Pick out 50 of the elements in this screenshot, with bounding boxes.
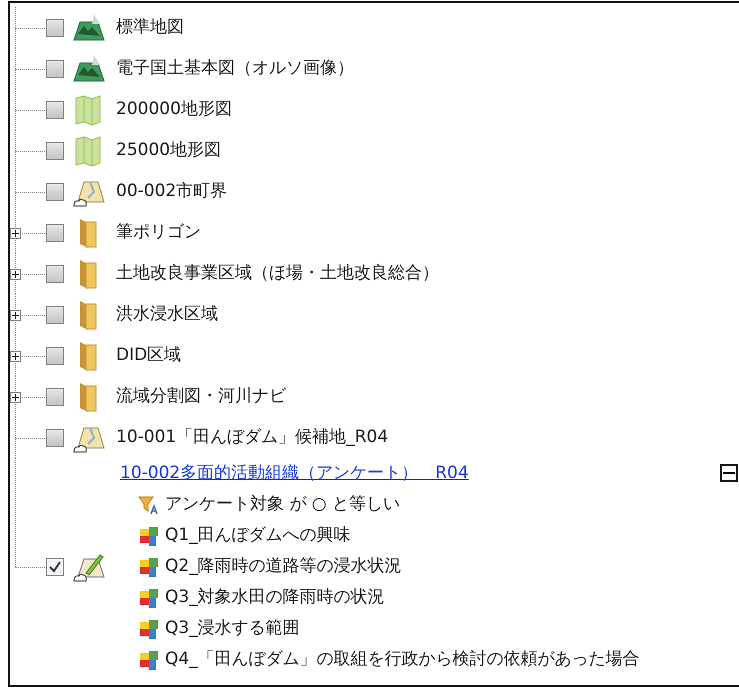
color-blocks-icon	[138, 556, 160, 576]
check-icon	[48, 560, 62, 574]
checkbox[interactable]	[46, 60, 64, 78]
color-blocks-icon	[138, 618, 160, 638]
legend-label: Q2_降雨時の道路等の浸水状況	[165, 554, 402, 578]
expand-toggle[interactable]	[10, 392, 21, 402]
checkbox[interactable]	[46, 100, 64, 118]
checkbox[interactable]	[46, 346, 64, 364]
checkbox[interactable]	[46, 142, 64, 160]
legend-label: Q3_浸水する範囲	[165, 616, 300, 640]
checkbox[interactable]	[46, 306, 64, 324]
layer-label[interactable]: 標準地図	[116, 14, 184, 40]
legend-label: Q3_対象水田の降雨時の状況	[165, 586, 385, 609]
color-blocks-icon	[138, 650, 160, 670]
checkbox[interactable]	[46, 428, 64, 446]
mountain-map-icon	[72, 12, 106, 44]
checkbox[interactable]	[46, 182, 64, 200]
expand-toggle[interactable]	[10, 268, 21, 280]
layer-label[interactable]: DID区域	[116, 342, 182, 368]
checkbox[interactable]	[46, 388, 64, 406]
checkbox[interactable]	[46, 18, 64, 36]
legend-label: Q4_「田んぼダム」の取組を行政から検討の依頼があった場合	[165, 648, 640, 671]
layer-label[interactable]: 200000地形図	[116, 96, 232, 122]
layer-label[interactable]: 25000地形図	[116, 138, 222, 164]
legend-label: Q1_田んぼダムへの興味	[165, 524, 351, 547]
plus-icon	[12, 230, 19, 236]
plus-icon	[12, 312, 19, 318]
layer-label[interactable]: 土地改良事業区域（ほ場・土地改良総合）	[116, 260, 439, 286]
checkbox[interactable]	[46, 264, 64, 282]
plus-icon	[12, 270, 19, 278]
expand-toggle[interactable]	[10, 350, 21, 362]
expand-toggle[interactable]	[10, 228, 21, 238]
funnel-icon	[138, 494, 160, 514]
plus-icon	[12, 394, 19, 400]
color-blocks-icon	[138, 588, 160, 608]
expand-toggle[interactable]	[10, 310, 21, 320]
checkbox[interactable]	[46, 558, 64, 576]
plus-icon	[12, 352, 19, 360]
layer-label[interactable]: 10-001「田んぼダム」候補地_R04	[116, 424, 388, 450]
layer-link[interactable]: 10-002多面的活動組織（アンケート） R04	[120, 460, 469, 486]
filter-label: アンケート対象 が ○ と等しい	[165, 492, 400, 516]
layer-label[interactable]: 洪水浸水区域	[116, 302, 218, 328]
layer-label[interactable]: 電子国土基本図（オルソ画像）	[116, 56, 354, 82]
layer-label[interactable]: 筆ポリゴン	[116, 220, 201, 246]
layer-label[interactable]: 流域分割図・河川ナビ	[116, 384, 286, 410]
checkbox[interactable]	[46, 224, 64, 242]
layer-label[interactable]: 00-002市町界	[116, 178, 228, 204]
collapse-button[interactable]	[720, 464, 738, 482]
color-blocks-icon	[138, 526, 160, 546]
mountain-map-icon	[72, 52, 106, 84]
